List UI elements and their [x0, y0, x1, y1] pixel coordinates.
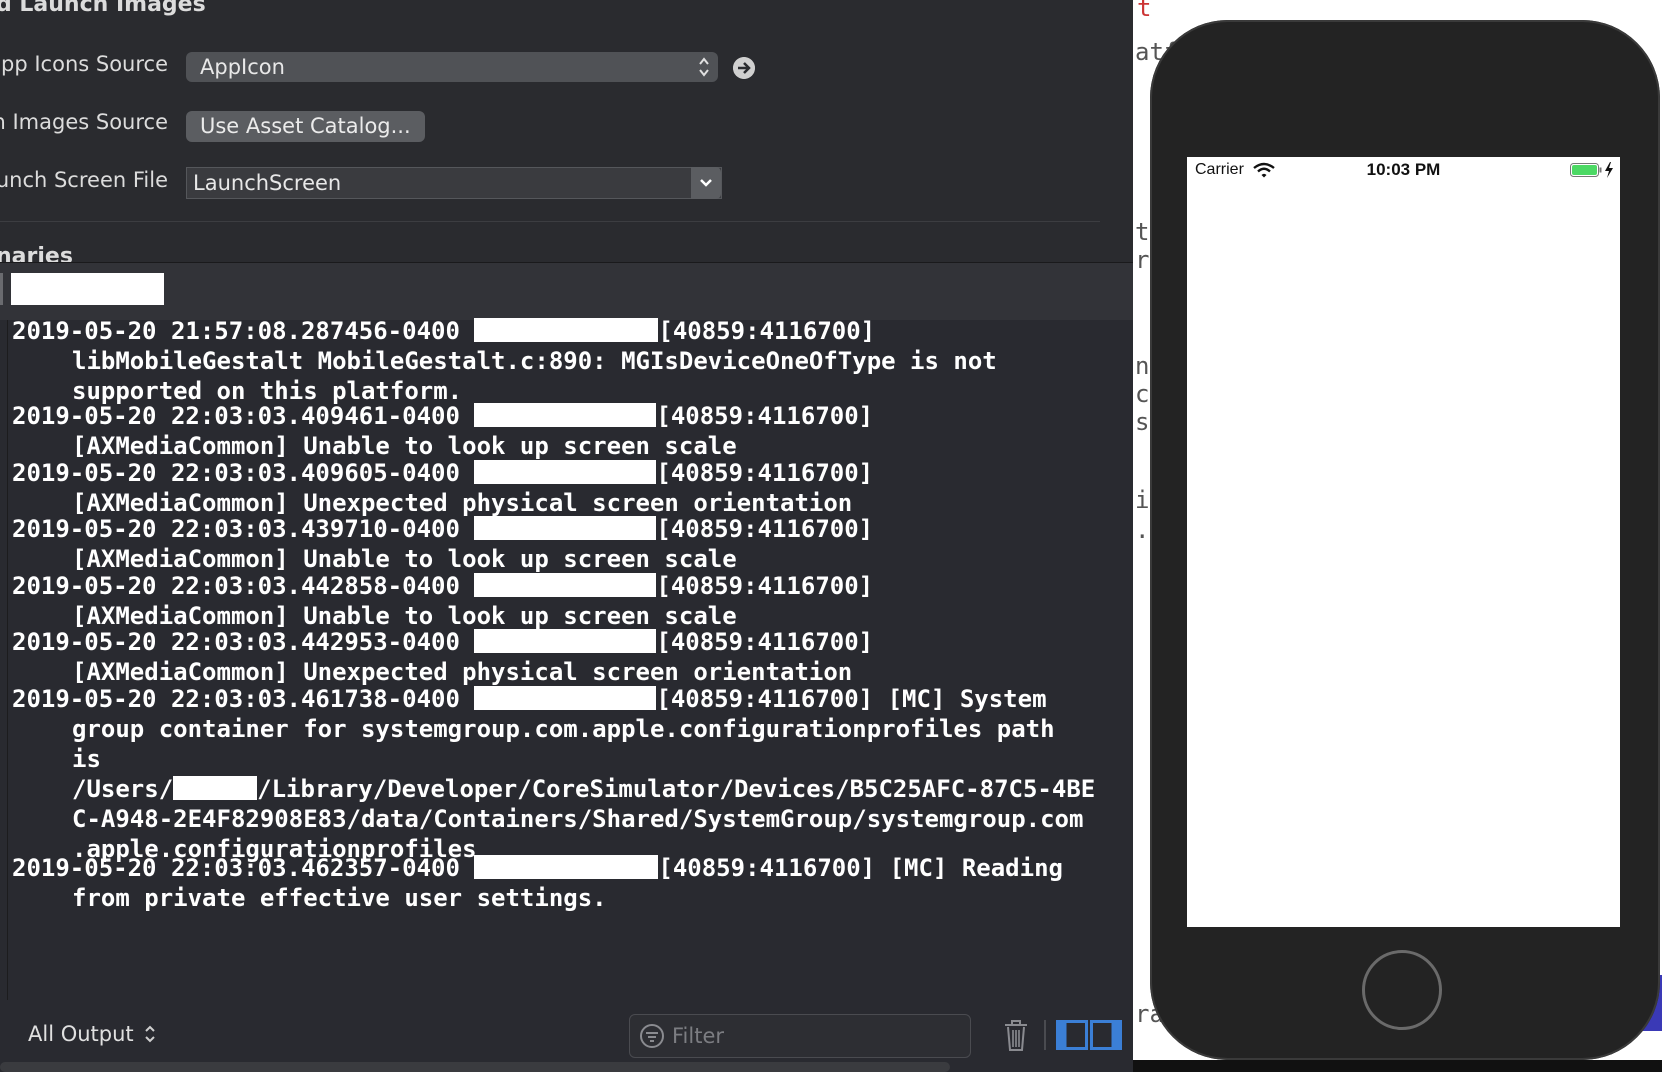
log-entry: 2019-05-20 22:03:03.442953-0400 [40859:4…	[12, 627, 1127, 687]
log-process-id: [40859:4116700]	[656, 402, 874, 430]
home-button[interactable]	[1362, 950, 1442, 1030]
editor-fragment: c	[1135, 380, 1150, 408]
dock-edge	[1133, 1060, 1662, 1072]
redacted-process-name	[474, 460, 657, 484]
redacted-field	[11, 273, 164, 305]
log-entry: 2019-05-20 22:03:03.409461-0400 [40859:4…	[12, 401, 1127, 461]
redacted-process-name	[474, 318, 659, 342]
log-timestamp: 2019-05-20 22:03:03.409461-0400	[12, 402, 475, 430]
app-icons-source-value: AppIcon	[200, 55, 285, 79]
log-path-end: /Library/Developer/CoreSimulator/Devices…	[257, 775, 1096, 803]
filter-field[interactable]: Filter	[629, 1014, 971, 1058]
app-icons-source-label: pp Icons Source	[1, 52, 168, 76]
horizontal-scrollbar[interactable]	[0, 1062, 950, 1072]
log-process-id: [40859:4116700]	[656, 685, 874, 713]
log-process-id: [40859:4116700]	[656, 459, 874, 487]
log-entry: 2019-05-20 22:03:03.462357-0400 [40859:4…	[12, 853, 1127, 913]
log-timestamp: 2019-05-20 22:03:03.462357-0400	[12, 854, 475, 882]
section-divider	[0, 221, 1100, 222]
filter-icon	[640, 1024, 664, 1048]
use-asset-catalog-button[interactable]: Use Asset Catalog...	[186, 111, 425, 142]
filter-placeholder: Filter	[672, 1024, 725, 1048]
launch-screen-file-value: LaunchScreen	[193, 171, 342, 195]
launch-screen-file-combo[interactable]: LaunchScreen	[186, 167, 722, 199]
editor-fragment: r	[1135, 246, 1150, 274]
battery-icon	[1570, 163, 1602, 177]
redacted-username	[173, 776, 258, 800]
xcode-window: d Launch Images pp Icons Source AppIcon …	[0, 0, 1133, 1072]
console-toolbar	[0, 262, 1133, 322]
log-entry: 2019-05-20 22:03:03.461738-0400 [40859:4…	[12, 684, 1127, 864]
log-message-line: group container for systemgroup.com.appl…	[72, 715, 1055, 743]
redacted-process-name	[474, 629, 657, 653]
log-process-id: [40859:4116700]	[656, 515, 874, 543]
log-gutter	[7, 320, 8, 1060]
toolbar-separator	[1044, 1020, 1046, 1050]
next-section-title: naries	[0, 244, 73, 262]
charging-bolt-icon	[1605, 162, 1613, 178]
log-message-line: /Users/ /Library/Developer/CoreSimulator/…	[12, 774, 1127, 804]
redacted-process-name	[474, 855, 659, 879]
log-head-tail: [MC] Reading	[875, 854, 1063, 882]
redacted-process-name	[474, 686, 657, 710]
log-process-id: [40859:4116700]	[658, 317, 876, 345]
launch-screen-file-label: unch Screen File	[0, 168, 168, 192]
go-to-arrow-icon[interactable]	[733, 57, 755, 79]
log-message-line: from private effective user settings.	[72, 884, 607, 912]
log-message-line: [AXMediaCommon] Unable to look up screen…	[72, 432, 737, 460]
editor-fragment: t	[1137, 0, 1152, 22]
editor-fragment: .	[1135, 516, 1150, 544]
log-message-line: libMobileGestalt MobileGestalt.c:890: MG…	[72, 347, 997, 375]
scope-control[interactable]	[0, 273, 3, 305]
log-process-id: [40859:4116700]	[656, 572, 874, 600]
log-path-start: /Users/	[72, 775, 174, 803]
right-pane-toggle-icon[interactable]	[1090, 1020, 1122, 1050]
log-message-line: [AXMediaCommon] Unexpected physical scre…	[72, 658, 853, 686]
launch-images-source-label: n Images Source	[0, 110, 168, 134]
app-icons-source-popup[interactable]: AppIcon	[186, 52, 718, 82]
up-down-chevron-icon	[145, 1025, 156, 1043]
log-timestamp: 2019-05-20 22:03:03.442858-0400	[12, 572, 475, 600]
log-timestamp: 2019-05-20 22:03:03.439710-0400	[12, 515, 475, 543]
redacted-process-name	[474, 516, 657, 540]
combo-dropdown-button[interactable]	[691, 167, 721, 199]
chevron-down-icon	[700, 179, 712, 187]
console-log[interactable]: 2019-05-20 21:57:08.287456-0400 [40859:4…	[0, 317, 1133, 1060]
trash-icon[interactable]	[1003, 1018, 1029, 1052]
simulator-screen[interactable]: Carrier 10:03 PM	[1187, 157, 1620, 927]
redacted-process-name	[474, 403, 657, 427]
log-process-id: [40859:4116700]	[658, 854, 876, 882]
status-time: 10:03 PM	[1366, 160, 1441, 179]
log-entry: 2019-05-20 22:03:03.442858-0400 [40859:4…	[12, 571, 1127, 631]
app-icons-settings-panel: d Launch Images pp Icons Source AppIcon …	[0, 0, 1133, 262]
log-entry: 2019-05-20 22:03:03.409605-0400 [40859:4…	[12, 458, 1127, 518]
log-entry: 2019-05-20 21:57:08.287456-0400 [40859:4…	[12, 316, 1127, 406]
output-selector[interactable]: All Output	[28, 1022, 156, 1046]
log-process-id: [40859:4116700]	[656, 628, 874, 656]
log-timestamp: 2019-05-20 22:03:03.461738-0400	[12, 685, 475, 713]
log-message-line: is	[72, 745, 101, 773]
log-message-line: C-A948-2E4F82908E83/data/Containers/Shar…	[72, 805, 1084, 833]
up-down-chevron-icon	[699, 57, 709, 77]
log-timestamp: 2019-05-20 22:03:03.409605-0400	[12, 459, 475, 487]
section-title: d Launch Images	[0, 0, 206, 17]
log-timestamp: 2019-05-20 22:03:03.442953-0400	[12, 628, 475, 656]
redacted-process-name	[474, 573, 657, 597]
left-pane-toggle-icon[interactable]	[1056, 1020, 1088, 1050]
log-timestamp: 2019-05-20 21:57:08.287456-0400	[12, 317, 475, 345]
editor-fragment: n	[1135, 352, 1150, 380]
log-message-line: [AXMediaCommon] Unable to look up screen…	[72, 545, 737, 573]
log-entry: 2019-05-20 22:03:03.439710-0400 [40859:4…	[12, 514, 1127, 574]
log-head-tail: [MC] System	[873, 685, 1047, 713]
output-selector-label: All Output	[28, 1022, 134, 1046]
